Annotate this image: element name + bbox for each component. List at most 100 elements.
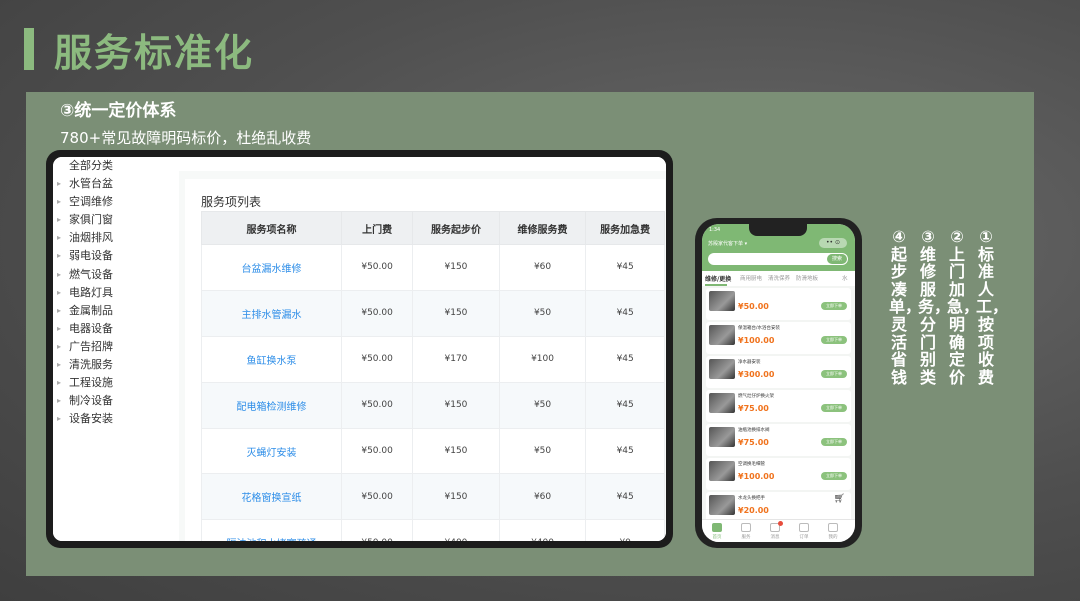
table-cell: ¥50.00: [341, 473, 414, 521]
table-cell: ¥400: [412, 519, 500, 541]
table-cell: ¥50.00: [341, 335, 414, 383]
table-row: 灭蝇灯安装 ¥50.00 ¥150 ¥50 ¥45: [200, 427, 665, 475]
list-item[interactable]: 保温箱台/水浴台安装 ¥100.00 立即下单: [706, 322, 851, 354]
item-thumbnail: [709, 291, 735, 311]
table-row: 主排水管漏水 ¥50.00 ¥150 ¥50 ¥45: [200, 289, 665, 337]
category-item[interactable]: 制冷设备: [53, 392, 179, 410]
search-input[interactable]: 搜索: [708, 253, 848, 265]
point-1: ①标准人工，按项收费: [976, 227, 1009, 387]
nav-home[interactable]: 首页: [707, 523, 727, 540]
item-thumbnail: [709, 495, 735, 515]
phone-screen: 1:34 苏殿家代客下单 ▾ •• ⊙ 搜索 维修/更换 商用厨电 清洗保养 防…: [702, 224, 855, 542]
table-cell: ¥50: [498, 289, 587, 337]
service-name-link[interactable]: 隔油池积水堵塞疏通: [200, 519, 343, 541]
item-thumbnail: [709, 359, 735, 379]
tab-cleaning[interactable]: 清洗保养: [768, 274, 790, 282]
table-cell: ¥45: [585, 335, 665, 383]
item-name: 油瓶池换排水阀: [738, 428, 770, 433]
orders-icon: [799, 523, 809, 532]
service-name-link[interactable]: 主排水管漏水: [200, 289, 343, 337]
list-item[interactable]: 燃气灶仔炉换火架 ¥75.00 立即下单: [706, 390, 851, 422]
category-item[interactable]: 水管台盆: [53, 175, 179, 193]
home-icon: [712, 523, 722, 532]
category-item[interactable]: 广告招牌: [53, 338, 179, 356]
item-thumbnail: [709, 427, 735, 447]
tab-repair[interactable]: 维修/更换: [705, 274, 731, 283]
item-thumbnail: [709, 461, 735, 481]
top-strip: [179, 157, 666, 171]
category-item[interactable]: 清洗服务: [53, 356, 179, 374]
title-accent-bar: [24, 28, 34, 70]
bottom-nav: 首页 服务 消息 订单 我的: [702, 519, 855, 542]
order-button[interactable]: 立即下单: [821, 404, 847, 412]
table-row: 鱼缸换水泵 ¥50.00 ¥170 ¥100 ¥45: [200, 335, 665, 383]
table-cell: ¥50: [498, 427, 587, 475]
category-item[interactable]: 电器设备: [53, 320, 179, 338]
list-title: 服务项列表: [201, 195, 262, 209]
column-header: 上门费: [341, 211, 414, 245]
table-row: 花格窗换宣纸 ¥50.00 ¥150 ¥60 ¥45: [200, 473, 665, 521]
order-button[interactable]: 立即下单: [821, 336, 847, 344]
tab-water[interactable]: 水: [842, 274, 848, 282]
order-button[interactable]: 立即下单: [821, 438, 847, 446]
table-cell: ¥45: [585, 381, 665, 429]
item-name: 保温箱台/水浴台安装: [738, 326, 781, 331]
category-item[interactable]: 金属制品: [53, 302, 179, 320]
tab-kitchen[interactable]: 商用厨电: [740, 274, 762, 282]
nav-orders[interactable]: 订单: [794, 523, 814, 540]
point-4: ④起步凑单，灵活省钱: [889, 227, 922, 387]
category-item[interactable]: 燃气设备: [53, 266, 179, 284]
list-item[interactable]: 净水器安装 ¥300.00 立即下单: [706, 356, 851, 388]
column-header: 维修服务费: [498, 211, 587, 245]
category-item[interactable]: 油烟排风: [53, 229, 179, 247]
table-cell: ¥50: [498, 381, 587, 429]
list-item[interactable]: ¥50.00 立即下单: [706, 288, 851, 320]
item-thumbnail: [709, 393, 735, 413]
table-cell: ¥150: [412, 289, 500, 337]
service-name-link[interactable]: 鱼缸换水泵: [200, 335, 343, 383]
order-button[interactable]: 立即下单: [821, 302, 847, 310]
order-button[interactable]: 立即下单: [821, 472, 847, 480]
category-item[interactable]: 弱电设备: [53, 247, 179, 265]
item-name: 净水器安装: [738, 360, 761, 365]
category-item[interactable]: 家俱门窗: [53, 211, 179, 229]
column-header: 服务加急费: [585, 211, 665, 245]
cart-icon[interactable]: 🛒︎: [834, 494, 845, 504]
table-cell: ¥60: [498, 473, 587, 521]
nav-service[interactable]: 服务: [736, 523, 756, 540]
item-price: ¥50.00: [738, 302, 769, 311]
category-item[interactable]: 工程设施: [53, 374, 179, 392]
item-price: ¥100.00: [738, 336, 775, 345]
table-row: 配电箱检测维修 ¥50.00 ¥150 ¥50 ¥45: [200, 381, 665, 429]
service-table: 服务项名称 上门费 服务起步价 维修服务费 服务加急费 台盆漏水维修 ¥50.0…: [200, 211, 665, 541]
nav-profile[interactable]: 我的: [823, 523, 843, 540]
tab-floor[interactable]: 防滑地板: [796, 274, 818, 282]
table-cell: ¥150: [412, 381, 500, 429]
list-item[interactable]: 油瓶池换排水阀 ¥75.00 立即下单: [706, 424, 851, 456]
nav-message[interactable]: 消息: [765, 521, 785, 540]
item-price: ¥100.00: [738, 472, 775, 481]
table-cell: ¥45: [585, 473, 665, 521]
menu-capsule[interactable]: •• ⊙: [819, 238, 847, 248]
service-name-link[interactable]: 灭蝇灯安装: [200, 427, 343, 475]
search-button[interactable]: 搜索: [827, 254, 847, 264]
phone-notch: [749, 224, 807, 236]
category-item[interactable]: 电路灯具: [53, 284, 179, 302]
item-name: 燃气灶仔炉换火架: [738, 394, 774, 399]
table-cell: ¥150: [412, 427, 500, 475]
category-item[interactable]: 空调维修: [53, 193, 179, 211]
table-cell: ¥100: [498, 335, 587, 383]
profile-icon: [828, 523, 838, 532]
service-name-link[interactable]: 台盆漏水维修: [200, 244, 343, 291]
category-item[interactable]: 设备安装: [53, 410, 179, 428]
service-name-link[interactable]: 配电箱检测维修: [200, 381, 343, 429]
category-item[interactable]: 全部分类: [53, 157, 179, 175]
tablet-screen: 全部分类 水管台盆 空调维修 家俱门窗 油烟排风 弱电设备 燃气设备 电路灯具 …: [53, 157, 666, 541]
item-thumbnail: [709, 325, 735, 345]
service-icon: [741, 523, 751, 532]
location-selector[interactable]: 苏殿家代客下单 ▾: [708, 240, 747, 247]
list-item[interactable]: 空调换毛细管 ¥100.00 立即下单: [706, 458, 851, 490]
tablet-mockup: 全部分类 水管台盆 空调维修 家俱门窗 油烟排风 弱电设备 燃气设备 电路灯具 …: [46, 150, 673, 548]
service-name-link[interactable]: 花格窗换宣纸: [200, 473, 343, 521]
order-button[interactable]: 立即下单: [821, 370, 847, 378]
